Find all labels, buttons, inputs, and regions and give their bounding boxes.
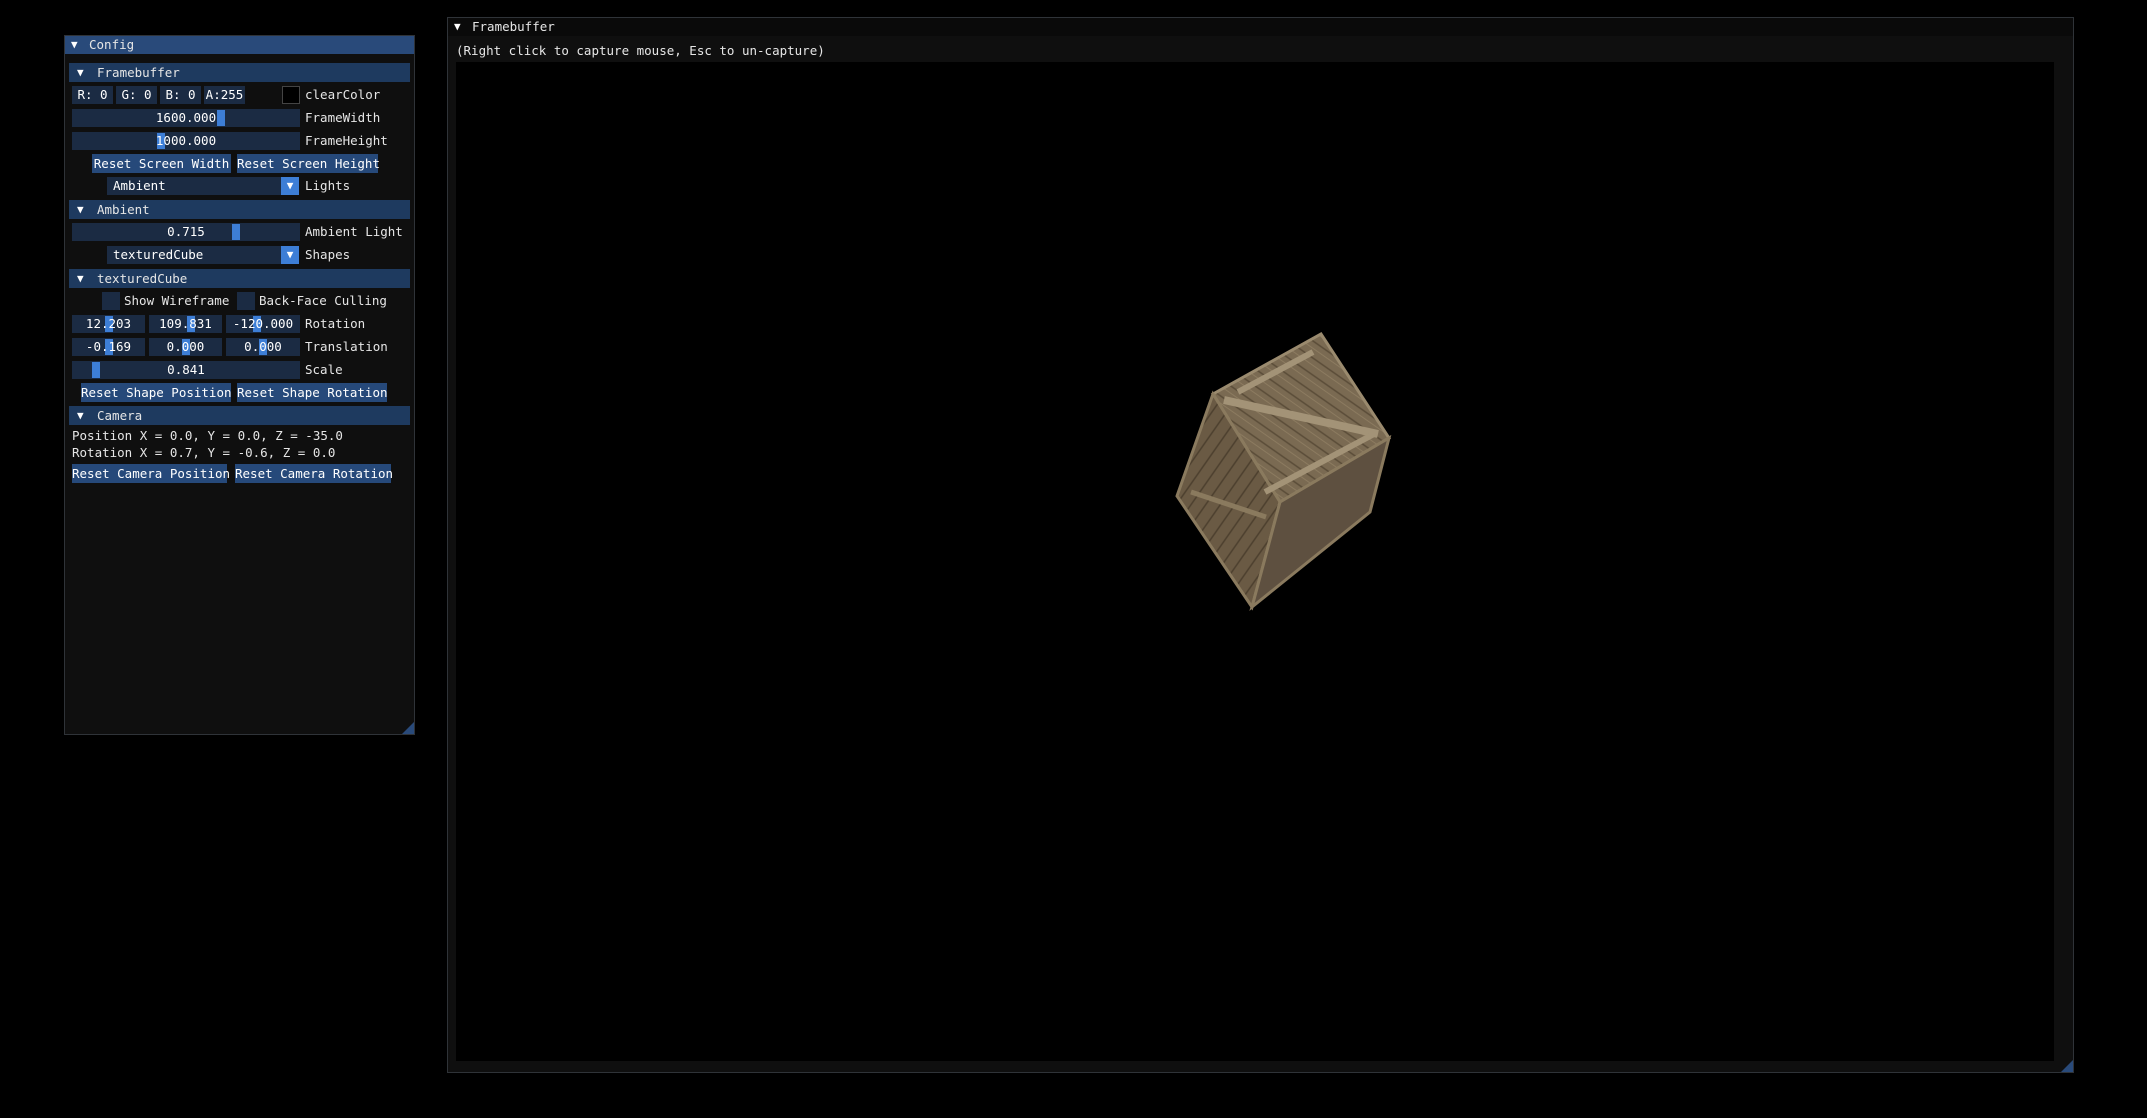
reset-screen-width-button[interactable]: Reset Screen Width — [92, 154, 231, 173]
frame-height-label: FrameHeight — [305, 133, 388, 148]
ambient-header[interactable]: ▼ Ambient — [69, 200, 410, 219]
rotation-z-slider[interactable]: -120.000 — [226, 315, 300, 333]
camera-rotation-text: Rotation X = 0.7, Y = -0.6, Z = 0.0 — [72, 445, 336, 460]
ambient-light-value: 0.715 — [167, 224, 205, 239]
collapse-arrow-icon[interactable]: ▼ — [77, 203, 89, 216]
shapes-label: Shapes — [305, 247, 351, 262]
rotation-y-slider[interactable]: 109.831 — [149, 315, 222, 333]
translation-y-value: 0.000 — [166, 339, 205, 354]
shapes-combo[interactable]: texturedCube ▼ — [107, 246, 299, 264]
rotation-x-slider[interactable]: 12.203 — [72, 315, 145, 333]
shapes-selected: texturedCube — [113, 247, 204, 262]
reset-shape-position-button[interactable]: Reset Shape Position — [81, 383, 232, 402]
textured-crate — [1175, 332, 1392, 612]
config-titlebar[interactable]: ▼ Config — [65, 36, 414, 54]
slider-grab[interactable] — [232, 224, 240, 240]
translation-label: Translation — [305, 339, 388, 354]
clear-color-a[interactable]: A:255 — [204, 86, 245, 104]
clear-color-g[interactable]: G: 0 — [116, 86, 157, 104]
collapse-arrow-icon[interactable]: ▼ — [71, 36, 83, 54]
rotation-z-value: -120.000 — [232, 316, 294, 331]
show-wireframe-checkbox[interactable] — [102, 292, 120, 310]
scale-label: Scale — [305, 362, 343, 377]
frame-height-slider[interactable]: 1000.000 — [72, 132, 300, 150]
resize-grip-icon[interactable] — [2061, 1060, 2073, 1072]
config-window[interactable]: ▼ Config ▼ Framebuffer R: 0 G: 0 B: 0 A:… — [64, 35, 415, 735]
config-title: Config — [89, 37, 135, 52]
reset-shape-rotation-button[interactable]: Reset Shape Rotation — [237, 383, 388, 402]
collapse-arrow-icon[interactable]: ▼ — [454, 18, 466, 36]
ambient-light-label: Ambient Light — [305, 224, 403, 239]
translation-x-slider[interactable]: -0.169 — [72, 338, 145, 356]
frame-width-value: 1600.000 — [155, 110, 217, 125]
lights-label: Lights — [305, 178, 351, 193]
dropdown-arrow-icon[interactable]: ▼ — [281, 177, 299, 195]
back-face-culling-checkbox[interactable] — [237, 292, 255, 310]
translation-x-value: -0.169 — [85, 339, 132, 354]
lights-selected: Ambient — [113, 178, 166, 193]
translation-z-value: 0.000 — [244, 339, 282, 354]
framebuffer-hint: (Right click to capture mouse, Esc to un… — [456, 43, 825, 58]
clear-color-r[interactable]: R: 0 — [72, 86, 113, 104]
lights-combo[interactable]: Ambient ▼ — [107, 177, 299, 195]
rotation-x-value: 12.203 — [85, 316, 132, 331]
collapse-arrow-icon[interactable]: ▼ — [77, 409, 89, 422]
reset-camera-position-button[interactable]: Reset Camera Position — [72, 464, 230, 483]
camera-header-label: Camera — [97, 408, 143, 423]
ambient-header-label: Ambient — [97, 202, 150, 217]
translation-z-slider[interactable]: 0.000 — [226, 338, 300, 356]
reset-screen-height-button[interactable]: Reset Screen Height — [237, 154, 380, 173]
rotation-y-value: 109.831 — [159, 316, 212, 331]
resize-grip-icon[interactable] — [402, 722, 414, 734]
framebuffer-title: Framebuffer — [472, 19, 555, 34]
rotation-label: Rotation — [305, 316, 366, 331]
collapse-arrow-icon[interactable]: ▼ — [77, 272, 89, 285]
framebuffer-header[interactable]: ▼ Framebuffer — [69, 63, 410, 82]
shape-header-label: texturedCube — [97, 271, 188, 286]
dropdown-arrow-icon[interactable]: ▼ — [281, 246, 299, 264]
camera-header[interactable]: ▼ Camera — [69, 406, 410, 425]
clear-color-label: clearColor — [305, 87, 381, 102]
framebuffer-viewport[interactable] — [456, 62, 2054, 1061]
scale-value: 0.841 — [167, 362, 205, 377]
show-wireframe-label: Show Wireframe — [124, 293, 230, 308]
clear-color-b[interactable]: B: 0 — [160, 86, 201, 104]
camera-position-text: Position X = 0.0, Y = 0.0, Z = -35.0 — [72, 428, 343, 443]
ambient-light-slider[interactable]: 0.715 — [72, 223, 300, 241]
slider-grab[interactable] — [217, 110, 225, 126]
translation-y-slider[interactable]: 0.000 — [149, 338, 222, 356]
frame-height-value: 1000.000 — [155, 133, 217, 148]
scale-slider[interactable]: 0.841 — [72, 361, 300, 379]
framebuffer-window[interactable]: ▼ Framebuffer (Right click to capture mo… — [447, 17, 2074, 1073]
framebuffer-titlebar[interactable]: ▼ Framebuffer — [448, 18, 2073, 36]
shape-header[interactable]: ▼ texturedCube — [69, 269, 410, 288]
slider-grab[interactable] — [92, 362, 100, 378]
frame-width-label: FrameWidth — [305, 110, 381, 125]
clear-color-swatch[interactable] — [282, 86, 300, 104]
reset-camera-rotation-button[interactable]: Reset Camera Rotation — [235, 464, 393, 483]
back-face-culling-label: Back-Face Culling — [259, 293, 387, 308]
frame-width-slider[interactable]: 1600.000 — [72, 109, 300, 127]
framebuffer-header-label: Framebuffer — [97, 65, 180, 80]
collapse-arrow-icon[interactable]: ▼ — [77, 66, 89, 79]
